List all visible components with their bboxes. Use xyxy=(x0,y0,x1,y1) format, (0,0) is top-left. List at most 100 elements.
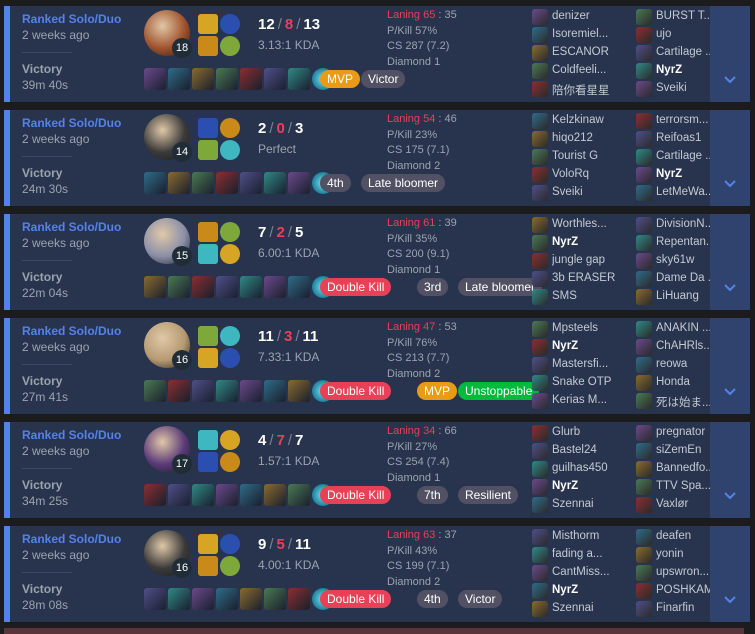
participant[interactable]: Kelzkinaw xyxy=(532,112,616,130)
expand-button[interactable] xyxy=(710,110,750,206)
item-slot-icon[interactable] xyxy=(264,588,286,610)
item-slot-icon[interactable] xyxy=(168,588,190,610)
flash-spell-icon[interactable] xyxy=(198,118,218,138)
participant[interactable]: ESCANOR xyxy=(532,44,616,62)
rune-primary-icon[interactable] xyxy=(220,222,240,242)
participant[interactable]: Szennai xyxy=(532,496,616,514)
item-slot-icon[interactable] xyxy=(144,68,166,90)
participant[interactable]: Mastersfi... xyxy=(532,356,616,374)
participant[interactable]: POSHKAM xyxy=(636,582,720,600)
participant[interactable]: siZemEn xyxy=(636,442,720,460)
participant[interactable]: Kerias M... xyxy=(532,392,616,410)
participant[interactable]: 死は始ま... xyxy=(636,392,720,410)
participant[interactable]: guilhas450 xyxy=(532,460,616,478)
item-slot-icon[interactable] xyxy=(288,276,310,298)
item-slot-icon[interactable] xyxy=(264,380,286,402)
participant[interactable]: deafen xyxy=(636,528,720,546)
participant[interactable]: SMS xyxy=(532,288,616,306)
ignite-spell-icon[interactable] xyxy=(198,556,218,576)
participant[interactable]: pregnator xyxy=(636,424,720,442)
item-slot-icon[interactable] xyxy=(288,588,310,610)
item-slot-icon[interactable] xyxy=(216,380,238,402)
rune-primary-icon[interactable] xyxy=(220,326,240,346)
item-slot-icon[interactable] xyxy=(240,484,262,506)
item-slot-icon[interactable] xyxy=(144,380,166,402)
rune-primary-icon[interactable] xyxy=(220,14,240,34)
expand-button[interactable] xyxy=(710,422,750,518)
rune-primary-icon[interactable] xyxy=(220,534,240,554)
match-row[interactable]: Ranked Solo/Duo 2 weeks ago Victory 39m 40s… xyxy=(4,6,750,102)
participant-self[interactable]: NyrZ xyxy=(636,62,720,80)
match-row[interactable]: Ranked Solo/Duo 2 weeks ago Victory 34m 25s… xyxy=(4,422,750,518)
ignite-spell-icon[interactable] xyxy=(198,244,218,264)
item-slot-icon[interactable] xyxy=(264,484,286,506)
participant[interactable]: Dame Da ... xyxy=(636,270,720,288)
item-slot-icon[interactable] xyxy=(288,484,310,506)
item-slot-icon[interactable] xyxy=(288,172,310,194)
item-slot-icon[interactable] xyxy=(240,588,262,610)
participant[interactable]: Reifoas1 xyxy=(636,130,720,148)
participant[interactable]: 陪你看星星 xyxy=(532,80,616,98)
flash-spell-icon[interactable] xyxy=(198,534,218,554)
item-slot-icon[interactable] xyxy=(264,172,286,194)
participant[interactable]: Cartilage ... xyxy=(636,148,720,166)
participant[interactable]: Tourist G xyxy=(532,148,616,166)
participant[interactable]: Glurb xyxy=(532,424,616,442)
participant[interactable]: ujo xyxy=(636,26,720,44)
participant-self[interactable]: NyrZ xyxy=(532,338,616,356)
ignite-spell-icon[interactable] xyxy=(198,452,218,472)
item-slot-icon[interactable] xyxy=(192,172,214,194)
participant[interactable]: CantMiss... xyxy=(532,564,616,582)
participant[interactable]: Honda xyxy=(636,374,720,392)
participant[interactable]: VoloRq xyxy=(532,166,616,184)
expand-button[interactable] xyxy=(710,214,750,310)
participant[interactable]: Bannedfo... xyxy=(636,460,720,478)
ignite-spell-icon[interactable] xyxy=(198,140,218,160)
participant[interactable]: ANAKIN ... xyxy=(636,320,720,338)
participant[interactable]: ChAHRls... xyxy=(636,338,720,356)
ignite-spell-icon[interactable] xyxy=(198,348,218,368)
item-slot-icon[interactable] xyxy=(240,68,262,90)
participant[interactable]: Sveiki xyxy=(532,184,616,202)
expand-button[interactable] xyxy=(710,526,750,622)
item-slot-icon[interactable] xyxy=(288,68,310,90)
participant[interactable]: BURST T... xyxy=(636,8,720,26)
item-slot-icon[interactable] xyxy=(264,68,286,90)
match-row[interactable]: Ranked Solo/Duo 2 weeks ago Victory 24m 30s… xyxy=(4,110,750,206)
item-slot-icon[interactable] xyxy=(144,276,166,298)
rune-secondary-icon[interactable] xyxy=(220,36,240,56)
item-slot-icon[interactable] xyxy=(144,172,166,194)
expand-button[interactable] xyxy=(710,318,750,414)
participant-self[interactable]: NyrZ xyxy=(532,234,616,252)
participant[interactable]: Cartilage ... xyxy=(636,44,720,62)
flash-spell-icon[interactable] xyxy=(198,14,218,34)
ignite-spell-icon[interactable] xyxy=(198,36,218,56)
match-row[interactable]: Ranked Solo/Duo 2 weeks ago Victory 28m 08s… xyxy=(4,526,750,622)
flash-spell-icon[interactable] xyxy=(198,326,218,346)
participant[interactable]: DivisionN... xyxy=(636,216,720,234)
rune-secondary-icon[interactable] xyxy=(220,452,240,472)
participant[interactable]: reowa xyxy=(636,356,720,374)
participant[interactable]: upswron... xyxy=(636,564,720,582)
item-slot-icon[interactable] xyxy=(216,276,238,298)
participant-self[interactable]: NyrZ xyxy=(636,166,720,184)
item-slot-icon[interactable] xyxy=(192,588,214,610)
participant[interactable]: LetMeWa... xyxy=(636,184,720,202)
participant[interactable]: Bastel24 xyxy=(532,442,616,460)
participant[interactable]: Mpsteels xyxy=(532,320,616,338)
rune-primary-icon[interactable] xyxy=(220,430,240,450)
expand-button[interactable] xyxy=(710,6,750,102)
rune-secondary-icon[interactable] xyxy=(220,244,240,264)
item-slot-icon[interactable] xyxy=(216,484,238,506)
participant[interactable]: Sveiki xyxy=(636,80,720,98)
item-slot-icon[interactable] xyxy=(192,380,214,402)
item-slot-icon[interactable] xyxy=(168,380,190,402)
rune-secondary-icon[interactable] xyxy=(220,140,240,160)
participant[interactable]: Isoremiel... xyxy=(532,26,616,44)
item-slot-icon[interactable] xyxy=(288,380,310,402)
item-slot-icon[interactable] xyxy=(144,588,166,610)
item-slot-icon[interactable] xyxy=(192,484,214,506)
item-slot-icon[interactable] xyxy=(216,172,238,194)
item-slot-icon[interactable] xyxy=(168,484,190,506)
participant-self[interactable]: NyrZ xyxy=(532,582,616,600)
